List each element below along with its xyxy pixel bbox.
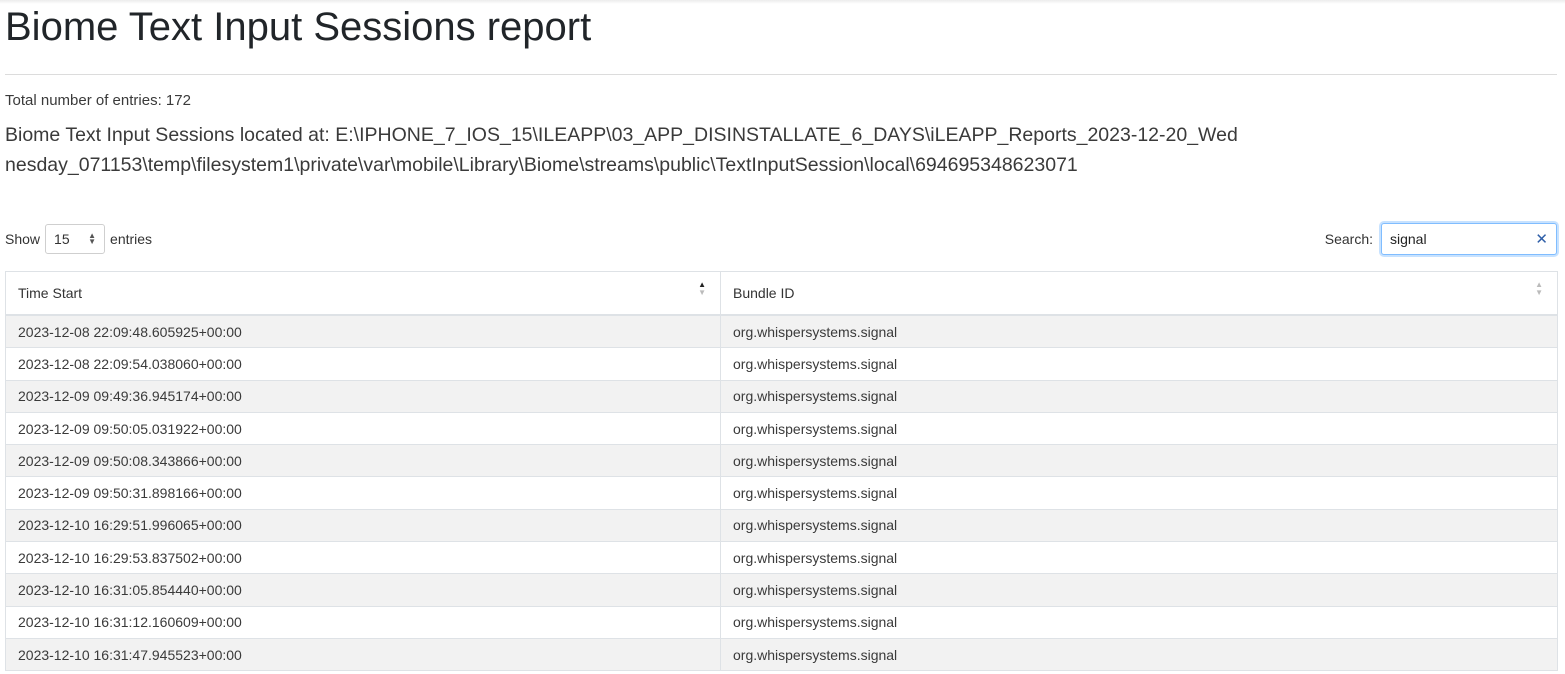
- column-header-label: Bundle ID: [733, 285, 795, 301]
- cell-time-start: 2023-12-09 09:50:31.898166+00:00: [5, 476, 721, 510]
- cell-bundle-id: org.whispersystems.signal: [720, 508, 1558, 543]
- cell-time-start: 2023-12-10 16:29:51.996065+00:00: [5, 508, 721, 543]
- table-row[interactable]: 2023-12-10 16:31:12.160609+00:00 org.whis…: [5, 605, 1558, 639]
- divider: [5, 74, 1557, 75]
- cell-bundle-id: org.whispersystems.signal: [720, 379, 1558, 413]
- entries-label: entries: [110, 231, 153, 247]
- page-title: Biome Text Input Sessions report: [5, 5, 592, 49]
- cell-time-start: 2023-12-08 22:09:54.038060+00:00: [5, 347, 721, 381]
- table-row[interactable]: 2023-12-09 09:49:36.945174+00:00 org.whis…: [5, 379, 1558, 413]
- table-row[interactable]: 2023-12-10 16:31:47.945523+00:00 org.whis…: [5, 637, 1558, 672]
- table-row[interactable]: 2023-12-09 09:50:31.898166+00:00 org.whis…: [5, 476, 1558, 510]
- chevron-updown-icon: ▲ ▼: [88, 231, 97, 246]
- search-label: Search:: [1324, 231, 1373, 247]
- show-label: Show: [5, 231, 41, 247]
- source-path-text: Biome Text Input Sessions located at: E:…: [5, 124, 1238, 176]
- cell-bundle-id: org.whispersystems.signal: [720, 444, 1558, 478]
- cell-bundle-id: org.whispersystems.signal: [720, 411, 1558, 446]
- search-input[interactable]: [1390, 231, 1520, 247]
- table-row[interactable]: 2023-12-09 09:50:08.343866+00:00 org.whis…: [5, 444, 1558, 478]
- cell-bundle-id: org.whispersystems.signal: [720, 314, 1558, 349]
- table-row[interactable]: 2023-12-10 16:31:05.854440+00:00 org.whis…: [5, 573, 1558, 607]
- sort-icon: ▲ ▼: [1535, 280, 1543, 297]
- table-row[interactable]: 2023-12-08 22:09:48.605925+00:00 org.whis…: [5, 314, 1558, 349]
- cell-time-start: 2023-12-10 16:31:12.160609+00:00: [5, 605, 721, 639]
- table-row[interactable]: 2023-12-10 16:29:53.837502+00:00 org.whis…: [5, 541, 1558, 575]
- cell-bundle-id: org.whispersystems.signal: [720, 605, 1558, 639]
- entries-table: Time Start ▲ ▼ Bundle ID ▲ ▼ 2023-12-08 22…: [5, 271, 1558, 672]
- table-row[interactable]: 2023-12-10 16:29:51.996065+00:00 org.whis…: [5, 508, 1558, 543]
- cell-time-start: 2023-12-10 16:29:53.837502+00:00: [5, 541, 721, 575]
- search-box: ✕: [1381, 223, 1557, 255]
- page-length-value: 15: [54, 231, 70, 247]
- search-control: Search: ✕: [1325, 223, 1557, 255]
- cell-bundle-id: org.whispersystems.signal: [720, 476, 1558, 510]
- cell-time-start: 2023-12-10 16:31:05.854440+00:00: [5, 573, 721, 607]
- sort-icon: ▲ ▼: [698, 280, 706, 297]
- page-length-control: Show 15 ▲ ▼ entries: [5, 224, 152, 254]
- total-entries-text: Total number of entries: 172: [5, 92, 191, 109]
- cell-time-start: 2023-12-09 09:49:36.945174+00:00: [5, 379, 721, 413]
- table-header-row: Time Start ▲ ▼ Bundle ID ▲ ▼: [5, 271, 1558, 316]
- close-icon[interactable]: ✕: [1535, 230, 1548, 248]
- cell-time-start: 2023-12-09 09:50:08.343866+00:00: [5, 444, 721, 478]
- page-length-select[interactable]: 15 ▲ ▼: [45, 224, 106, 254]
- column-header-time-start[interactable]: Time Start ▲ ▼: [5, 271, 721, 316]
- column-header-label: Time Start: [18, 285, 83, 301]
- table-row[interactable]: 2023-12-08 22:09:54.038060+00:00 org.whis…: [5, 347, 1558, 381]
- cell-time-start: 2023-12-09 09:50:05.031922+00:00: [5, 411, 721, 446]
- table-row[interactable]: 2023-12-09 09:50:05.031922+00:00 org.whis…: [5, 411, 1558, 446]
- cell-bundle-id: org.whispersystems.signal: [720, 573, 1558, 607]
- cell-bundle-id: org.whispersystems.signal: [720, 541, 1558, 575]
- cell-bundle-id: org.whispersystems.signal: [720, 637, 1558, 672]
- cell-time-start: 2023-12-08 22:09:48.605925+00:00: [5, 314, 721, 349]
- cell-bundle-id: org.whispersystems.signal: [720, 347, 1558, 381]
- column-header-bundle-id[interactable]: Bundle ID ▲ ▼: [720, 271, 1558, 316]
- cell-time-start: 2023-12-10 16:31:47.945523+00:00: [5, 637, 721, 672]
